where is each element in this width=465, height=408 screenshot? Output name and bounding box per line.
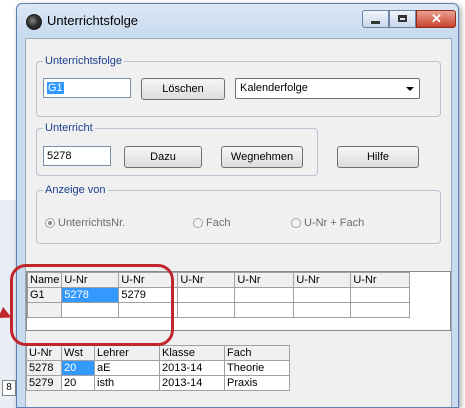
table-cell[interactable] xyxy=(234,302,295,318)
column-header[interactable]: U-Nr xyxy=(26,345,62,361)
unterrichtsfolge-group-label: Unterrichtsfolge xyxy=(45,55,123,67)
column-header[interactable]: Klasse xyxy=(159,345,225,361)
unterricht-group-label: Unterricht xyxy=(45,122,93,134)
table-cell[interactable] xyxy=(293,302,352,318)
column-header[interactable]: U-Nr xyxy=(293,272,352,288)
radio-unterrichtsnr-label: UnterrichtsNr. xyxy=(58,217,126,229)
detail-table: U-Nr Wst Lehrer Klasse Fach 5278 20 aE 2… xyxy=(26,345,290,391)
detail-grid[interactable]: U-Nr Wst Lehrer Klasse Fach 5278 20 aE 2… xyxy=(26,345,449,407)
radio-selected-icon xyxy=(45,218,55,228)
unterricht-input[interactable]: 5278 xyxy=(43,146,111,166)
column-header[interactable]: Wst xyxy=(61,345,95,361)
table-cell[interactable] xyxy=(350,302,411,318)
detail-header-row: U-Nr Wst Lehrer Klasse Fach xyxy=(26,345,290,361)
table-cell[interactable]: 2013-14 xyxy=(159,360,225,376)
anzeige-group: Anzeige von xyxy=(36,184,441,244)
column-header[interactable]: Lehrer xyxy=(94,345,160,361)
table-cell[interactable]: Theorie xyxy=(224,360,290,376)
table-cell[interactable] xyxy=(177,287,236,303)
table-cell[interactable] xyxy=(293,287,352,303)
column-header[interactable]: U-Nr xyxy=(350,272,411,288)
minimize-icon xyxy=(371,21,380,24)
maximize-icon xyxy=(398,15,407,22)
chevron-down-icon xyxy=(406,87,414,91)
wegnehmen-button[interactable]: Wegnehmen xyxy=(221,146,303,168)
column-header[interactable]: Fach xyxy=(224,345,290,361)
folge-type-select[interactable]: Kalenderfolge xyxy=(235,78,420,99)
folge-type-select-value: Kalenderfolge xyxy=(240,82,308,94)
column-header[interactable]: U-Nr xyxy=(177,272,236,288)
radio-unselected-icon xyxy=(193,218,203,228)
unterrichtsfolge-window: Unterrichtsfolge ✕ Unterrichtsfolge G1 L… xyxy=(16,3,459,408)
window-title: Unterrichtsfolge xyxy=(47,13,139,28)
table-cell[interactable]: 2013-14 xyxy=(159,375,225,391)
radio-fach-label: Fach xyxy=(206,217,231,229)
table-cell[interactable] xyxy=(234,287,295,303)
table-cell[interactable]: 20 xyxy=(61,360,95,376)
table-cell[interactable]: isth xyxy=(94,375,160,391)
column-header[interactable]: U-Nr xyxy=(234,272,295,288)
dazu-button[interactable]: Dazu xyxy=(124,146,202,168)
radio-unr-fach-label: U-Nr + Fach xyxy=(304,217,365,229)
minimize-button[interactable] xyxy=(362,10,389,28)
dialog-client-area: Unterrichtsfolge G1 Löschen Kalenderfolg… xyxy=(25,38,452,407)
table-row: 5278 20 aE 2013-14 Theorie xyxy=(26,360,290,376)
table-row: 5279 20 isth 2013-14 Praxis xyxy=(26,375,290,391)
radio-unterrichtsnr[interactable]: UnterrichtsNr. xyxy=(45,217,125,229)
unterrichtsfolge-input-value: G1 xyxy=(47,82,64,94)
unterrichtsfolge-input[interactable]: G1 xyxy=(43,78,131,98)
maximize-button[interactable] xyxy=(389,10,416,28)
radio-fach[interactable]: Fach xyxy=(193,217,230,229)
hilfe-button[interactable]: Hilfe xyxy=(337,146,419,168)
background-grid-cell: 8 xyxy=(2,380,16,396)
table-cell[interactable]: 5278 xyxy=(26,360,62,376)
loeschen-button[interactable]: Löschen xyxy=(141,78,225,100)
close-button[interactable]: ✕ xyxy=(416,10,456,28)
highlight-ring-annotation xyxy=(10,264,174,346)
close-icon: ✕ xyxy=(431,11,442,26)
title-bar[interactable]: Unterrichtsfolge ✕ xyxy=(17,4,458,38)
table-cell[interactable] xyxy=(350,287,411,303)
table-cell[interactable] xyxy=(177,302,236,318)
table-cell[interactable]: aE xyxy=(94,360,160,376)
table-cell[interactable]: Praxis xyxy=(224,375,290,391)
table-cell[interactable]: 5279 xyxy=(26,375,62,391)
app-icon xyxy=(26,14,42,30)
radio-unr-fach[interactable]: U-Nr + Fach xyxy=(291,217,364,229)
table-cell[interactable]: 20 xyxy=(61,375,95,391)
anzeige-group-label: Anzeige von xyxy=(45,184,106,196)
radio-unselected-icon xyxy=(291,218,301,228)
